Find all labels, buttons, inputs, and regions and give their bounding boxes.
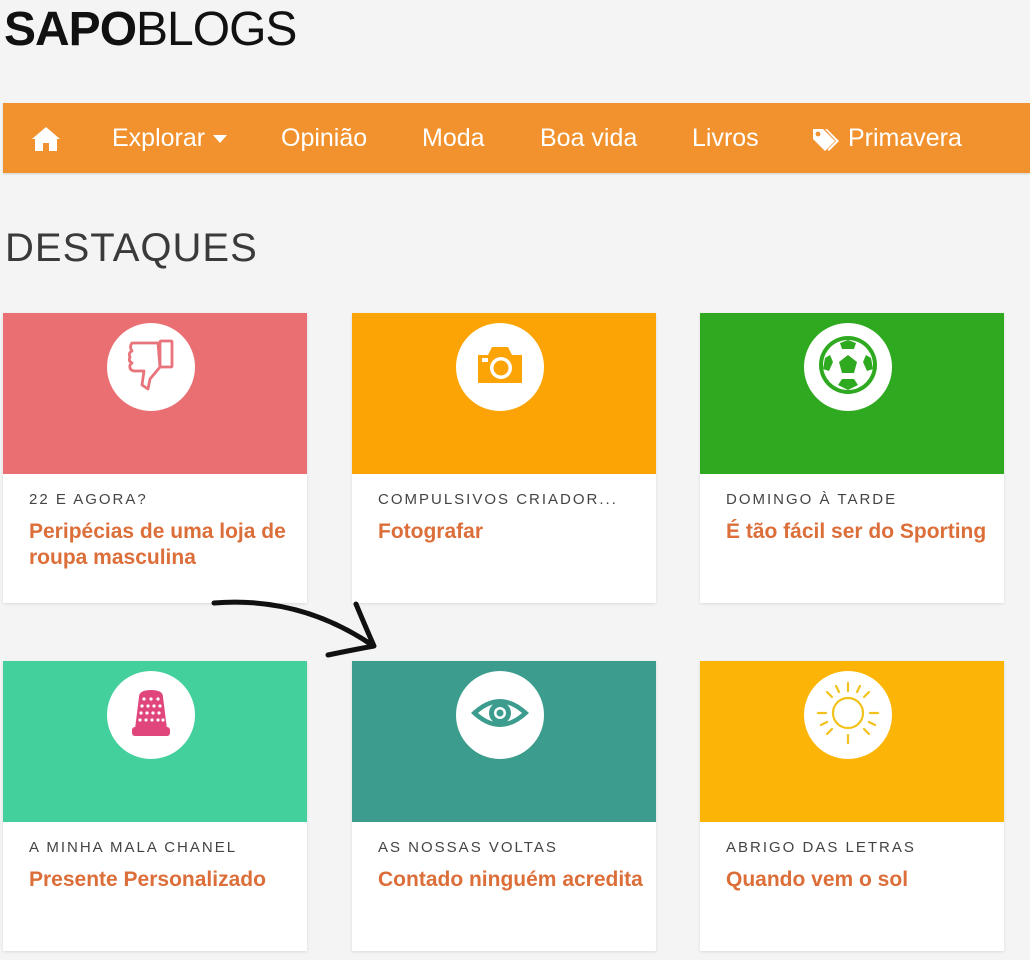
featured-card[interactable]: DOMINGO À TARDE É tão fácil ser do Sport… [700, 313, 1004, 603]
card-icon-badge [456, 323, 544, 411]
card-post-title[interactable]: Fotografar [378, 519, 643, 545]
card-blog-name[interactable]: ABRIGO DAS LETRAS [726, 839, 916, 856]
nav-item-explorar[interactable]: Explorar [112, 103, 228, 173]
sun-icon [813, 678, 883, 753]
nav-item-label: Explorar [112, 124, 206, 152]
card-icon-badge [107, 323, 195, 411]
featured-card[interactable]: AS NOSSAS VOLTAS Contado ninguém acredit… [352, 661, 656, 951]
card-banner [3, 661, 307, 822]
nav-item-opiniao[interactable]: Opinião [281, 103, 367, 173]
camera-icon [474, 343, 526, 392]
soccer-ball-icon [816, 333, 880, 402]
thumbs-down-icon [124, 337, 178, 398]
card-banner [700, 661, 1004, 822]
card-blog-name[interactable]: A MINHA MALA CHANEL [29, 839, 237, 856]
site-logo[interactable]: SAPOBLOGS [4, 3, 297, 56]
card-blog-name[interactable]: AS NOSSAS VOLTAS [378, 839, 558, 856]
section-title: DESTAQUES [5, 226, 258, 270]
nav-item-label: Primavera [847, 124, 962, 152]
featured-card[interactable]: COMPULSIVOS CRIADOR... Fotografar [352, 313, 656, 603]
nav-item-livros[interactable]: Livros [692, 103, 759, 173]
card-post-title[interactable]: Peripécias de uma loja de roupa masculin… [29, 519, 294, 571]
nav-item-label: Boa vida [540, 124, 638, 152]
card-banner [352, 661, 656, 822]
logo-light-text: BLOGS [136, 3, 297, 56]
card-post-title[interactable]: Quando vem o sol [726, 867, 991, 893]
card-blog-name[interactable]: DOMINGO À TARDE [726, 491, 897, 508]
card-post-title[interactable]: Presente Personalizado [29, 867, 294, 893]
tags-icon [811, 124, 848, 152]
card-icon-badge [107, 671, 195, 759]
nav-item-primavera[interactable]: Primavera [811, 103, 962, 173]
featured-card[interactable]: ABRIGO DAS LETRAS Quando vem o sol [700, 661, 1004, 951]
card-blog-name[interactable]: 22 E AGORA? [29, 491, 148, 508]
card-blog-name[interactable]: COMPULSIVOS CRIADOR... [378, 491, 618, 508]
card-post-title[interactable]: É tão fácil ser do Sporting [726, 519, 991, 545]
card-banner [352, 313, 656, 474]
nav-home-link[interactable] [31, 103, 61, 173]
card-post-title[interactable]: Contado ninguém acredita [378, 867, 643, 893]
main-navbar: Explorar Opinião Moda Boa vida Livros Pr… [3, 103, 1030, 173]
featured-card[interactable]: 22 E AGORA? Peripécias de uma loja de ro… [3, 313, 307, 603]
nav-item-label: Opinião [281, 124, 368, 152]
card-icon-badge [804, 671, 892, 759]
nav-item-moda[interactable]: Moda [422, 103, 485, 173]
logo-bold-text: SAPO [4, 3, 137, 56]
nav-item-label: Livros [692, 124, 759, 152]
eye-icon [468, 691, 532, 740]
card-icon-badge [804, 323, 892, 411]
featured-card[interactable]: A MINHA MALA CHANEL Presente Personaliza… [3, 661, 307, 951]
caret-down-icon [212, 124, 228, 152]
home-icon [31, 124, 61, 152]
card-banner [3, 313, 307, 474]
thimble-icon [129, 687, 173, 744]
card-icon-badge [456, 671, 544, 759]
nav-item-boa-vida[interactable]: Boa vida [540, 103, 637, 173]
nav-item-label: Moda [422, 124, 485, 152]
card-banner [700, 313, 1004, 474]
